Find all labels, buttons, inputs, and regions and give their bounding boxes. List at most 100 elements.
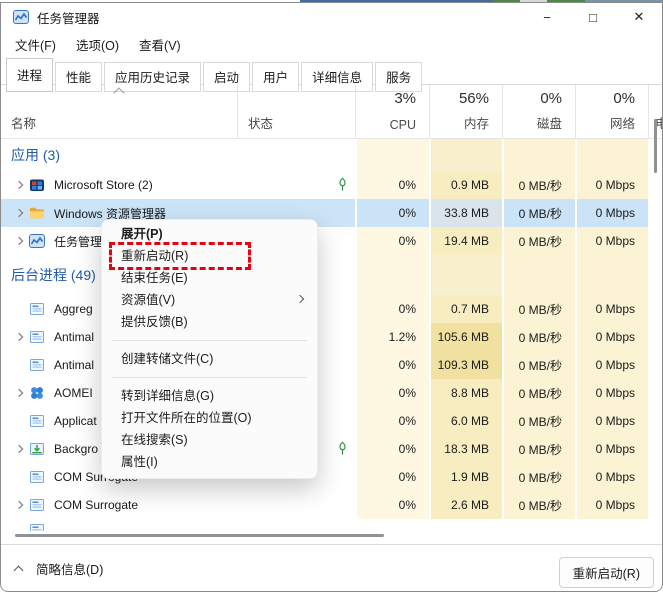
status-cell	[237, 139, 355, 171]
cpu-cell: 0%	[355, 171, 429, 199]
menu-bar: 文件(F)选项(O)查看(V)	[1, 31, 662, 57]
column-header-cpu[interactable]: 3%CPU	[355, 85, 429, 138]
minimize-button[interactable]: −	[524, 3, 570, 31]
vertical-scrollbar-thumb[interactable]	[654, 119, 657, 173]
context-menu-item[interactable]: 展开(P)	[102, 223, 317, 245]
chevron-right-icon	[15, 181, 23, 189]
chevron-right-icon	[15, 237, 23, 245]
background-task-icon	[29, 441, 45, 457]
cpu-cell: 0%	[355, 463, 429, 491]
suspended-leaf-icon	[335, 441, 350, 456]
cpu-cell: 0%	[355, 295, 429, 323]
header-percent-mem: 56%	[459, 90, 489, 107]
table-header: 名称 状态 3%CPU 56%内存 0%磁盘 0%网络 电	[1, 85, 662, 139]
window-controls: −□✕	[524, 3, 662, 31]
mem-cell: 1.9 MB	[429, 463, 502, 491]
tab-bar: 进程性能应用历史记录启动用户详细信息服务	[1, 57, 662, 85]
title-bar[interactable]: 任务管理器 −□✕	[1, 3, 662, 31]
chevron-right-icon	[15, 333, 23, 341]
sort-ascending-icon	[113, 87, 124, 98]
cpu-cell	[355, 139, 429, 171]
net-cell	[575, 139, 648, 171]
net-cell: 0 Mbps	[575, 295, 648, 323]
table-row[interactable]: COM Surrogate0%2.6 MB0 MB/秒0 Mbps	[1, 491, 663, 519]
column-header-memory[interactable]: 56% 内存	[429, 85, 502, 138]
process-name: Applicat	[54, 414, 97, 428]
cpu-cell: 0%	[355, 199, 429, 227]
mem-cell	[429, 139, 502, 171]
context-menu-item[interactable]: 重新启动(R)	[102, 245, 317, 267]
horizontal-scrollbar-thumb[interactable]	[15, 534, 384, 537]
group-header-label: 应用 (3)	[9, 145, 60, 165]
expand-chevron[interactable]	[9, 210, 29, 216]
generic-app-icon	[29, 413, 45, 429]
context-menu-item[interactable]: 打开文件所在的位置(O)	[102, 407, 317, 429]
disk-cell: 0 MB/秒	[502, 227, 575, 255]
net-cell: 0 Mbps	[575, 379, 648, 407]
suspended-leaf-icon	[335, 177, 350, 192]
expand-chevron[interactable]	[9, 390, 29, 396]
expand-chevron[interactable]	[9, 182, 29, 188]
menubar-item[interactable]: 选项(O)	[66, 31, 129, 58]
context-menu-item[interactable]: 属性(I)	[102, 451, 317, 473]
status-cell	[237, 491, 355, 519]
column-header-disk[interactable]: 0%磁盘	[502, 85, 575, 138]
table-row[interactable]: Windows 资源管理器0%33.8 MB0 MB/秒0 Mbps	[1, 199, 663, 227]
net-cell: 0 Mbps	[575, 323, 648, 351]
name-cell	[1, 519, 237, 531]
context-menu-item[interactable]: 在线搜索(S)	[102, 429, 317, 451]
power-cell	[648, 199, 663, 227]
tab-进程[interactable]: 进程	[6, 58, 53, 92]
context-menu-item[interactable]: 转到详细信息(G)	[102, 385, 317, 407]
column-label-mem: 内存	[464, 113, 489, 132]
menubar-item[interactable]: 文件(F)	[5, 31, 66, 58]
context-menu-item[interactable]: 创建转储文件(C)	[102, 348, 317, 370]
restart-button[interactable]: 重新启动(R)	[559, 557, 654, 588]
power-cell	[648, 379, 663, 407]
process-name: Aggreg	[54, 302, 93, 316]
column-header-network[interactable]: 0%网络	[575, 85, 648, 138]
context-menu-item[interactable]: 资源值(V)	[102, 289, 317, 311]
cpu-cell: 0%	[355, 491, 429, 519]
close-button[interactable]: ✕	[616, 3, 662, 31]
fewer-details-toggle[interactable]: 简略信息(D)	[15, 559, 103, 578]
status-bar: 简略信息(D) 重新启动(R)	[1, 544, 662, 591]
name-cell: 应用 (3)	[1, 139, 237, 171]
menubar-item[interactable]: 查看(V)	[129, 31, 191, 58]
column-header-status[interactable]: 状态	[237, 85, 355, 138]
microsoft-store-icon	[29, 177, 45, 193]
net-cell: 0 Mbps	[575, 407, 648, 435]
status-cell	[237, 171, 355, 199]
expand-chevron[interactable]	[9, 446, 29, 452]
fewer-details-label: 简略信息(D)	[36, 559, 103, 578]
context-menu-item[interactable]: 提供反馈(B)	[102, 311, 317, 333]
table-row[interactable]: Microsoft Store (2)0%0.9 MB0 MB/秒0 Mbps	[1, 171, 663, 199]
menu-separator	[112, 377, 307, 378]
disk-cell	[502, 255, 575, 295]
group-header-row[interactable]: 应用 (3)	[1, 139, 663, 171]
mem-cell: 8.8 MB	[429, 379, 502, 407]
cpu-cell: 0%	[355, 351, 429, 379]
folder-icon	[29, 205, 45, 221]
expand-chevron[interactable]	[9, 502, 29, 508]
net-cell: 0 Mbps	[575, 351, 648, 379]
chevron-up-icon	[14, 565, 24, 575]
chevron-right-icon	[15, 501, 23, 509]
column-header-name[interactable]: 名称	[1, 85, 237, 138]
generic-app-icon	[29, 522, 45, 531]
generic-app-icon	[29, 357, 45, 373]
expand-chevron[interactable]	[9, 334, 29, 340]
disk-cell	[502, 139, 575, 171]
power-cell	[648, 491, 663, 519]
mem-cell: 0.9 MB	[429, 171, 502, 199]
expand-chevron[interactable]	[9, 238, 29, 244]
header-percent-disk: 0%	[540, 90, 562, 107]
maximize-button[interactable]: □	[570, 3, 616, 31]
process-name: Microsoft Store (2)	[54, 178, 153, 192]
power-cell	[648, 323, 663, 351]
net-cell: 0 Mbps	[575, 463, 648, 491]
context-menu-item[interactable]: 结束任务(E)	[102, 267, 317, 289]
column-label-cpu: CPU	[390, 118, 416, 132]
mem-cell: 6.0 MB	[429, 407, 502, 435]
power-cell	[648, 295, 663, 323]
